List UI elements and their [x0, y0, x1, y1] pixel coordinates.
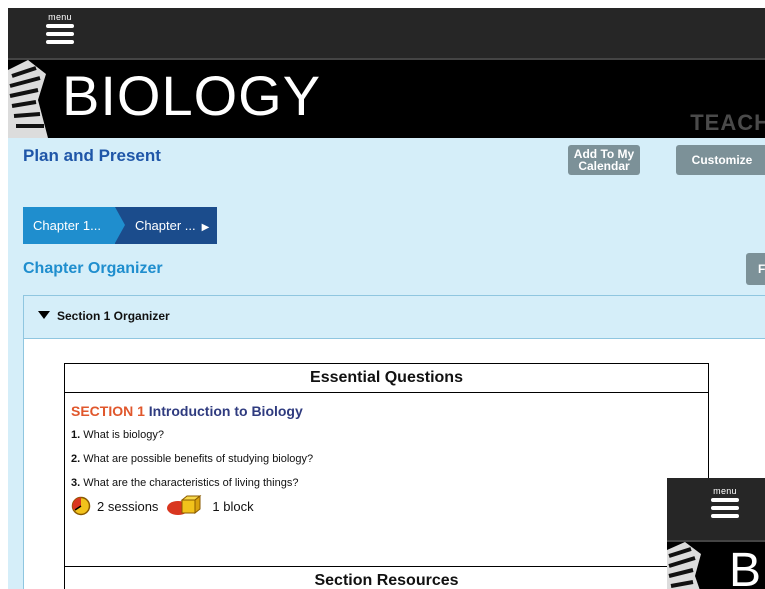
- question-text: What are possible benefits of studying b…: [83, 453, 314, 465]
- question-item: 1. What is biology?: [71, 423, 708, 447]
- section-name: Introduction to Biology: [148, 403, 303, 419]
- breadcrumb-label: Chapter ...: [134, 218, 196, 233]
- caret-right-icon: ▶: [201, 222, 210, 233]
- zebra-icon: [667, 542, 701, 589]
- pacing-row: 2 sessions 1 block: [71, 495, 708, 517]
- overlay-banner-letter: B: [729, 544, 762, 589]
- essential-questions-table: Essential Questions SECTION 1 Introducti…: [64, 363, 709, 589]
- blocks-count: 1 block: [212, 498, 254, 514]
- essential-questions-header: Essential Questions: [65, 364, 708, 393]
- hamburger-icon: [711, 498, 739, 518]
- question-item: 3. What are the characteristics of livin…: [71, 471, 708, 495]
- page-title: Plan and Present: [23, 146, 161, 165]
- zebra-icon: [8, 60, 54, 138]
- question-item: 2. What are possible benefits of studyin…: [71, 447, 708, 471]
- breadcrumb-chapter-current[interactable]: Chapter ... ▶: [114, 207, 218, 244]
- calendar-label-line2: Calendar: [578, 159, 630, 173]
- title-banner: BIOLOGY TEACH: [8, 58, 765, 138]
- top-bar: menu: [8, 8, 765, 58]
- section-organizer-panel: Section 1 Organizer Essential Questions …: [23, 295, 765, 589]
- side-button[interactable]: F: [746, 253, 765, 285]
- section-resources-header: Section Resources: [65, 566, 708, 589]
- section-organizer-toggle[interactable]: Section 1 Organizer: [24, 296, 765, 339]
- caret-down-icon: [38, 311, 50, 319]
- question-text: What are the characteristics of living t…: [83, 477, 299, 489]
- app-window: menu BIOLOGY TEACH Plan and Present Add …: [8, 8, 765, 589]
- overlay-menu-button[interactable]: menu: [705, 486, 745, 528]
- floating-overlay-window[interactable]: menu B: [667, 478, 765, 589]
- add-to-calendar-button[interactable]: Add To My Calendar: [568, 145, 640, 175]
- question-number: 1.: [71, 429, 81, 441]
- section-number: SECTION 1: [71, 403, 145, 419]
- clock-icon: [71, 496, 91, 516]
- section-heading: SECTION 1 Introduction to Biology: [71, 403, 708, 419]
- chapter-organizer-title: Chapter Organizer: [23, 260, 163, 277]
- question-text: What is biology?: [83, 429, 164, 441]
- menu-label: menu: [713, 486, 737, 496]
- section-organizer-label: Section 1 Organizer: [57, 309, 170, 323]
- question-number: 2.: [71, 453, 81, 465]
- question-number: 3.: [71, 477, 81, 489]
- menu-label: menu: [48, 12, 72, 22]
- banner-title: BIOLOGY: [62, 64, 322, 127]
- menu-button[interactable]: menu: [40, 12, 80, 54]
- breadcrumb-chapter-1[interactable]: Chapter 1...: [23, 207, 125, 244]
- customize-button[interactable]: Customize: [676, 145, 765, 175]
- banner-edition: TEACH: [690, 110, 765, 135]
- block-icon: [167, 495, 202, 515]
- overlay-banner: B: [667, 540, 765, 589]
- breadcrumb: Chapter 1... Chapter ... ▶: [23, 207, 218, 244]
- sessions-count: 2 sessions: [97, 498, 159, 514]
- hamburger-icon: [46, 24, 74, 44]
- breadcrumb-label: Chapter 1...: [33, 218, 101, 233]
